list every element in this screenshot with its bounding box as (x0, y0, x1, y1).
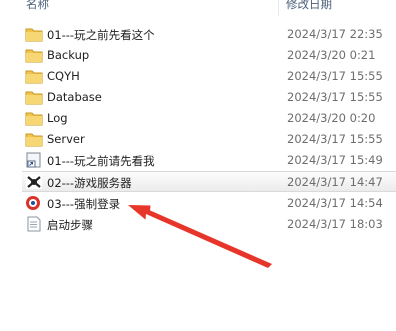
annotation-arrow (128, 205, 272, 268)
